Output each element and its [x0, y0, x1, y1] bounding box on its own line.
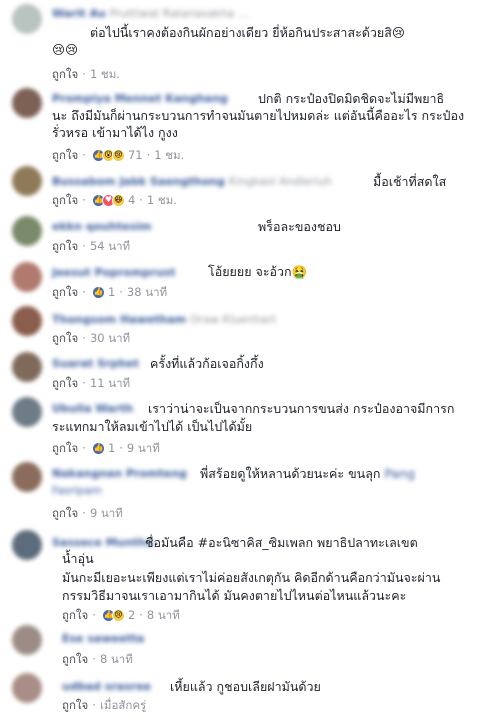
- reaction-summary[interactable]: 👍 😮 😢 71: [91, 147, 143, 163]
- commenter-name[interactable]: Nakangnan Promteng: [52, 467, 187, 481]
- reaction-summary[interactable]: 👍 ♥ 😆 4: [91, 192, 136, 208]
- like-link[interactable]: ถูกใจ: [52, 375, 78, 391]
- like-link[interactable]: ถูกใจ: [52, 147, 78, 163]
- reaction-summary[interactable]: 👍 1: [91, 440, 116, 456]
- commenter-name[interactable]: Jeesut Popromprust: [52, 266, 175, 280]
- comment-text-line: เหี้ยแล้ว กูชอบเลียฝามันด้วย: [170, 679, 321, 694]
- like-link[interactable]: ถูกใจ: [52, 505, 78, 521]
- comment-text-line: พร็อละของชอบ: [258, 219, 341, 234]
- like-link[interactable]: ถูกใจ: [62, 607, 88, 623]
- commenter-name[interactable]: Bussabom Jabk Saengthong Kingkaol Andler…: [52, 175, 332, 189]
- avatar[interactable]: [12, 166, 42, 196]
- avatar[interactable]: [12, 306, 42, 336]
- comment-meta: ถูกใจ · 👍 1 · 9 นาที: [52, 440, 160, 456]
- haha-reaction-icon: 😆: [111, 193, 125, 207]
- timestamp[interactable]: 1 ชม.: [154, 147, 184, 163]
- commenter-name[interactable]: Prompiya Mennet Kanghang: [52, 92, 228, 106]
- avatar[interactable]: [12, 462, 42, 492]
- sad-reaction-icon: 😢: [111, 608, 125, 622]
- like-reaction-icon: 👍: [91, 285, 105, 299]
- commenter-name[interactable]: Suarat Srphet: [52, 357, 139, 371]
- timestamp[interactable]: 8 นาที: [100, 651, 133, 667]
- comment-text-line: ครั้งที่แล้วก้อเจอกิ้งกึ้ง: [150, 356, 264, 371]
- like-link[interactable]: ถูกใจ: [62, 651, 88, 667]
- comment-text-line: นะ ถึงมีมันก็ผ่านกระบวนการทำจนมันตายไปหม…: [52, 108, 465, 123]
- commenter-name[interactable]: Sassece Munthu: [52, 536, 153, 550]
- like-link[interactable]: ถูกใจ: [52, 440, 78, 456]
- timestamp[interactable]: 9 นาที: [127, 440, 160, 456]
- like-link[interactable]: ถูกใจ: [52, 330, 78, 346]
- avatar[interactable]: [12, 88, 42, 118]
- comment-text-line: กรรมวิธีมาจนเราเอามากินได้ มันคงตายไปไหน…: [62, 588, 407, 603]
- comment-meta: ถูกใจ · 👍 1 · 38 นาที: [52, 284, 168, 300]
- commenter-name[interactable]: Thongsom Hawetham Oraw Kluenhart: [52, 313, 276, 327]
- tagged-name[interactable]: Fasripam: [52, 484, 102, 498]
- comment-text-line: ระแทกมาให้ลมเข้าไปได้ เป็นไปได้มั้ย: [52, 419, 253, 434]
- like-link[interactable]: ถูกใจ: [62, 697, 88, 713]
- comment-meta: ถูกใจ · 👍 😮 😢 71 · 1 ชม.: [52, 147, 185, 163]
- like-link[interactable]: ถูกใจ: [52, 66, 78, 82]
- comment-meta: ถูกใจ · 11 นาที: [52, 375, 131, 391]
- timestamp[interactable]: 30 นาที: [90, 330, 130, 346]
- like-link[interactable]: ถูกใจ: [52, 192, 78, 208]
- timestamp[interactable]: 54 นาที: [90, 238, 130, 254]
- comment-text-line: พี่สร้อยดูให้หลานด้วยนะค่ะ ขนลุก Pang: [200, 465, 415, 482]
- timestamp[interactable]: 1 ชม.: [90, 66, 120, 82]
- commenter-name[interactable]: ekkn qouhtesim: [52, 220, 151, 234]
- commenter-name[interactable]: Ese saweetta: [62, 632, 144, 646]
- comment-text-line: ชื่อมันคือ #อะนิซาคิส_ซิมเพลก พยาธิปลาทะ…: [145, 535, 418, 550]
- comment-meta: ถูกใจ · 1 ชม.: [52, 66, 120, 82]
- comment-meta: ถูกใจ · 👍 ♥ 😆 4 · 1 ชม.: [52, 192, 177, 208]
- reaction-count: 71: [127, 148, 143, 162]
- comment-text-line: น้ำอุ่น: [62, 551, 94, 566]
- commenter-name[interactable]: udbad srasree: [62, 680, 151, 694]
- avatar[interactable]: [12, 4, 42, 34]
- like-link[interactable]: ถูกใจ: [52, 238, 78, 254]
- comment-meta: ถูกใจ · 8 นาที: [62, 651, 133, 667]
- avatar[interactable]: [12, 397, 42, 427]
- avatar[interactable]: [12, 673, 42, 703]
- tagged-name[interactable]: Pang: [384, 465, 415, 482]
- reaction-count: 2: [127, 608, 136, 622]
- commenter-name[interactable]: Ubulla Warth: [52, 402, 133, 416]
- reaction-count: 1: [107, 441, 116, 455]
- avatar[interactable]: [12, 216, 42, 246]
- avatar[interactable]: [12, 262, 42, 292]
- reaction-count: 4: [127, 193, 136, 207]
- like-link[interactable]: ถูกใจ: [52, 284, 78, 300]
- comment-meta: ถูกใจ · 30 นาที: [52, 330, 131, 346]
- comment-text-line: 😢😢: [52, 42, 79, 57]
- commenter-name[interactable]: Warit Au Pruttiwat Ratanasakha ...: [52, 7, 248, 21]
- avatar[interactable]: [12, 352, 42, 382]
- like-reaction-icon: 👍: [91, 441, 105, 455]
- sad-reaction-icon: 😢: [111, 148, 125, 162]
- comment-text-line: มันกะมีเยอะนะเพียงแต่เราไม่ค่อยสังเกตุกั…: [62, 570, 441, 585]
- timestamp[interactable]: 11 นาที: [90, 375, 130, 391]
- timestamp[interactable]: 1 ชม.: [147, 192, 177, 208]
- reaction-summary[interactable]: 👍 1: [91, 284, 116, 300]
- timestamp[interactable]: 9 นาที: [90, 505, 123, 521]
- comment-text-line: รั่วหรอ เข้ามาได้ไง กูงง: [52, 125, 178, 140]
- comment-text-line: เราว่าน่าจะเป็นจากกระบวนการขนส่ง กระป๋อง…: [148, 401, 455, 416]
- comment-text-line: มื้อเช้าที่สดใส: [373, 174, 447, 189]
- comment-text-line: ปกติ กระป๋องปิดมิดชิดจะไม่มีพยาธิ: [258, 91, 445, 106]
- avatar[interactable]: [12, 530, 42, 560]
- timestamp[interactable]: เมื่อสักครู่: [100, 697, 146, 713]
- comment-meta: ถูกใจ · 54 นาที: [52, 238, 131, 254]
- reaction-count: 1: [107, 285, 116, 299]
- reaction-summary[interactable]: 👍 😢 2: [101, 607, 136, 623]
- timestamp[interactable]: 8 นาที: [147, 607, 180, 623]
- comment-meta: ถูกใจ · 👍 😢 2 · 8 นาที: [62, 607, 180, 623]
- comment-text-line: ต่อไปนี้เราคงต้องกินผักอย่างเดียว ยี่ห้อ…: [90, 25, 405, 40]
- comment-meta: ถูกใจ · เมื่อสักครู่: [62, 697, 147, 713]
- avatar[interactable]: [12, 625, 42, 655]
- timestamp[interactable]: 38 นาที: [127, 284, 167, 300]
- comment-meta: ถูกใจ · 9 นาที: [52, 505, 123, 521]
- comment-text-line: โอ้ยยยย จะอ้วก🤮: [208, 264, 308, 279]
